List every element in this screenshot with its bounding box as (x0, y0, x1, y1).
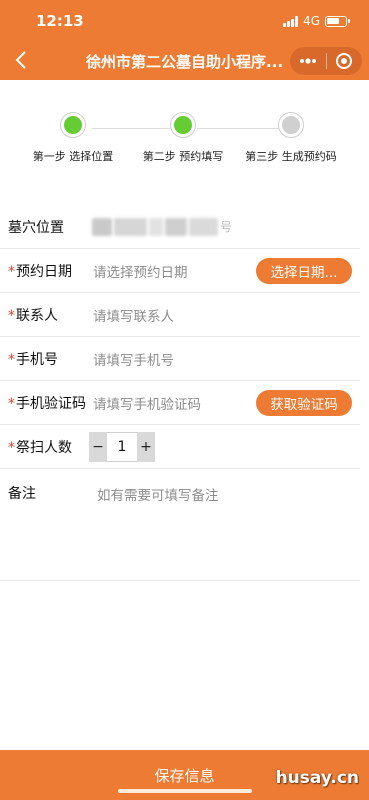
step-3-indicator (278, 112, 304, 138)
required-mark: * (8, 439, 15, 456)
people-count-stepper: − 1 + (89, 432, 155, 462)
status-indicators: 4G (283, 14, 350, 28)
increment-button[interactable]: + (137, 432, 155, 462)
required-mark: * (8, 307, 15, 324)
more-dots-icon (299, 58, 316, 64)
verify-code-input[interactable]: 请填写手机验证码 (93, 393, 201, 413)
step-1: 第一步 选择位置 (33, 112, 113, 164)
step-progress: 第一步 选择位置 第二步 预约填写 第三步 生成预约码 (0, 112, 369, 172)
step-done-dot (64, 116, 82, 134)
date-row: *预约日期 请选择预约日期 选择日期... (0, 249, 360, 293)
remark-input[interactable]: 如有需要可填写备注 (97, 484, 219, 504)
watermark: husay.cn (275, 768, 359, 788)
step-1-indicator (60, 112, 86, 138)
date-label-text: 预约日期 (16, 263, 72, 280)
get-code-button[interactable]: 获取验证码 (256, 389, 352, 416)
required-mark: * (8, 351, 15, 368)
contact-label-text: 联系人 (16, 307, 58, 324)
people-count-label: *祭扫人数 (8, 437, 72, 457)
reservation-form: 墓穴位置 号 *预约日期 请选择预约日期 选择日期... *联系人 请填写联系人… (0, 205, 360, 469)
choose-date-button[interactable]: 选择日期... (256, 257, 352, 284)
mini-program-capsule (290, 47, 362, 75)
contact-label: *联系人 (8, 305, 58, 325)
required-mark: * (8, 263, 15, 280)
top-bar: 12:13 4G 徐州市第二公墓自助小程序... (0, 0, 369, 80)
step-3-label: 第三步 生成预约码 (245, 150, 337, 163)
remark-row: 备注 如有需要可填写备注 (0, 469, 360, 581)
status-time: 12:13 (36, 12, 84, 30)
step-2: 第二步 预约填写 (135, 112, 231, 164)
date-input[interactable]: 请选择预约日期 (93, 261, 188, 281)
more-button[interactable] (290, 47, 326, 75)
step-done-dot (174, 116, 192, 134)
chevron-left-icon (15, 51, 26, 69)
signal-icon (283, 15, 299, 27)
step-pending-dot (282, 116, 300, 134)
network-label: 4G (303, 14, 320, 28)
target-close-icon (336, 53, 353, 69)
people-count-label-text: 祭扫人数 (16, 439, 72, 456)
step-3: 第三步 生成预约码 (241, 112, 341, 164)
decrement-button[interactable]: − (89, 432, 107, 462)
contact-row: *联系人 请填写联系人 (0, 293, 360, 337)
phone-label: *手机号 (8, 349, 58, 369)
date-label: *预约日期 (8, 261, 72, 281)
phone-input[interactable]: 请填写手机号 (93, 349, 174, 369)
step-1-label: 第一步 选择位置 (32, 150, 114, 163)
people-count-value[interactable]: 1 (107, 432, 137, 462)
page-title: 徐州市第二公墓自助小程序... (86, 53, 284, 71)
grave-location-label: 墓穴位置 (8, 219, 64, 236)
verify-code-row: *手机验证码 请填写手机验证码 获取验证码 (0, 381, 360, 425)
home-indicator (118, 789, 252, 793)
phone-row: *手机号 请填写手机号 (0, 337, 360, 381)
phone-label-text: 手机号 (16, 351, 58, 368)
step-2-indicator (170, 112, 196, 138)
grave-location-tail: 号 (220, 220, 233, 234)
status-bar: 12:13 4G (0, 10, 369, 32)
close-miniprogram-button[interactable] (326, 47, 362, 75)
people-count-row: *祭扫人数 − 1 + (0, 425, 360, 469)
battery-icon (325, 15, 350, 27)
navigation-bar: 徐州市第二公墓自助小程序... (0, 44, 369, 78)
back-button[interactable] (8, 46, 34, 74)
grave-location-row: 墓穴位置 号 (0, 205, 360, 249)
verify-code-label-text: 手机验证码 (16, 395, 86, 412)
contact-input[interactable]: 请填写联系人 (93, 305, 174, 325)
step-2-label: 第二步 预约填写 (142, 150, 224, 163)
required-mark: * (8, 395, 15, 412)
verify-code-label: *手机验证码 (8, 393, 86, 413)
remark-label: 备注 (8, 486, 36, 502)
grave-location-value-blurred: 号 (92, 218, 233, 236)
